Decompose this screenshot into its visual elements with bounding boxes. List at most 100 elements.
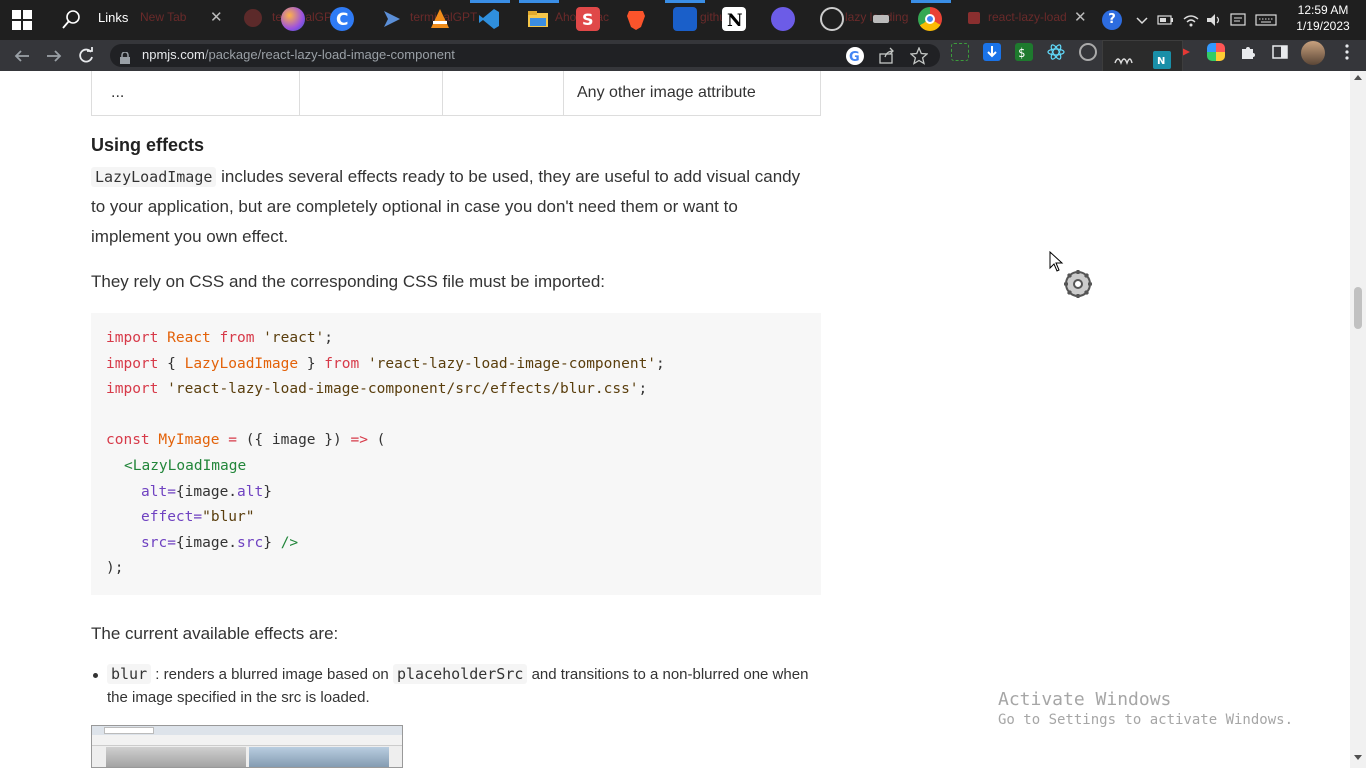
puzzle-extensions-icon[interactable]: [1239, 43, 1257, 61]
vlc-icon[interactable]: [428, 7, 452, 31]
code-line: import { LazyLoadImage } from 'react-laz…: [106, 356, 665, 372]
url-path: /package/react-lazy-load-image-component: [204, 47, 455, 62]
ghost-tab-title: New Tab: [140, 10, 187, 24]
openai-icon[interactable]: [820, 7, 844, 31]
chevron-up-icon[interactable]: [1132, 10, 1152, 30]
scrollbar-thumb[interactable]: [1354, 287, 1362, 329]
table-row: ... Any other image attribute: [91, 71, 821, 116]
star-icon[interactable]: [909, 46, 929, 65]
section-heading: Using effects: [91, 135, 205, 155]
list-item: blur : renders a blurred image based on …: [107, 663, 827, 709]
react-devtools-icon[interactable]: [1047, 43, 1065, 61]
list-bullet: [93, 673, 98, 678]
code-line: <LazyLoadImage: [124, 458, 247, 474]
notification-icon[interactable]: [1228, 10, 1248, 30]
app-icon[interactable]: [673, 7, 697, 31]
chrome-icon[interactable]: [918, 7, 942, 31]
active-app-indicator: [665, 0, 705, 3]
code-line: import 'react-lazy-load-image-component/…: [106, 381, 648, 397]
app-icon: [968, 12, 980, 24]
paragraph-text: includes several effects ready to be use…: [216, 167, 801, 186]
svg-text:S: S: [582, 10, 594, 29]
nordvpn-tray-icon[interactable]: N: [1153, 51, 1171, 69]
table-cell: Any other image attribute: [577, 84, 756, 101]
svg-text:$: $: [1018, 46, 1025, 60]
list-item-text: and transitions to a non-blurred one whe…: [531, 666, 809, 683]
paragraph-text: to your application, but are completely …: [91, 197, 738, 216]
lock-icon[interactable]: [120, 49, 130, 64]
code-line: import React from 'react';: [106, 330, 334, 346]
profile-avatar[interactable]: [1301, 41, 1325, 65]
volume-icon[interactable]: [1204, 10, 1224, 30]
table-cell: ...: [92, 71, 300, 115]
target-extension-icon[interactable]: [1079, 43, 1097, 61]
watermark-title: Activate Windows: [998, 689, 1172, 710]
color-extension-icon[interactable]: [1207, 43, 1225, 61]
windows-start-icon[interactable]: [12, 10, 34, 30]
file-explorer-icon[interactable]: [526, 7, 550, 31]
svg-text:C: C: [336, 10, 348, 30]
close-icon[interactable]: ✕: [1074, 8, 1087, 26]
wave-tray-icon[interactable]: [1113, 51, 1133, 71]
download-extension-icon[interactable]: [983, 43, 1001, 61]
search-icon[interactable]: [60, 9, 82, 31]
terminal-extension-icon[interactable]: $: [1015, 43, 1033, 61]
table-cell: [300, 71, 443, 115]
brave-icon[interactable]: [624, 7, 648, 31]
windows-taskbar: Links New Tab ✕ terminalGPT C terminalGP…: [0, 0, 1366, 40]
help-icon[interactable]: ?: [1102, 10, 1122, 30]
scroll-up-icon[interactable]: [1354, 75, 1362, 80]
code-line: const MyImage = ({ image }) => (: [106, 432, 386, 448]
inline-code: LazyLoadImage: [91, 167, 217, 187]
effect-demo-image: [91, 725, 403, 768]
svg-text:N: N: [727, 11, 743, 31]
github-icon[interactable]: [869, 7, 893, 31]
screenshot-extension-icon[interactable]: [951, 43, 969, 61]
keyboard-icon[interactable]: [1254, 10, 1278, 30]
share-icon[interactable]: [878, 47, 896, 65]
paragraph-text: implement you own effect.: [91, 227, 289, 246]
more-menu-icon[interactable]: [1338, 43, 1356, 61]
google-icon[interactable]: G: [846, 47, 864, 65]
code-block[interactable]: import React from 'react'; import { Lazy…: [91, 313, 821, 595]
svg-text:G: G: [849, 50, 860, 65]
back-icon[interactable]: [11, 45, 33, 67]
css-import-paragraph: They rely on CSS and the corresponding C…: [91, 272, 606, 291]
activate-windows-watermark: Activate Windows Go to Settings to activ…: [998, 689, 1293, 728]
effects-paragraph: LazyLoadImage includes several effects r…: [91, 162, 821, 252]
side-panel-icon[interactable]: [1271, 43, 1289, 61]
clock-time: 12:59 AM: [1297, 3, 1349, 17]
svg-text:N: N: [1157, 56, 1165, 67]
cursor-c-icon[interactable]: C: [330, 7, 354, 31]
busy-cursor-icon: [1048, 250, 1098, 301]
reload-icon[interactable]: [75, 45, 97, 67]
url-text[interactable]: npmjs.com/package/react-lazy-load-image-…: [142, 47, 455, 62]
close-icon[interactable]: ✕: [210, 8, 223, 26]
taskbar-clock[interactable]: 12:59 AM 1/19/2023: [1287, 2, 1359, 34]
code-line: effect="blur": [141, 509, 255, 525]
active-app-indicator: [911, 0, 951, 3]
ghost-tab-title: react-lazy-load: [988, 10, 1067, 24]
vscode-icon[interactable]: [477, 7, 501, 31]
proton-icon[interactable]: [771, 7, 795, 31]
list-item-text: : renders a blurred image based on: [155, 666, 389, 683]
page-content: ... Any other image attribute Using effe…: [0, 71, 1350, 768]
inline-code: blur: [107, 664, 152, 684]
powershell-icon[interactable]: [380, 7, 404, 31]
inline-code: placeholderSrc: [392, 664, 528, 684]
wifi-icon[interactable]: [1181, 10, 1201, 30]
taskbar-links-toolbar[interactable]: Links: [98, 10, 128, 25]
code-line: alt={image.alt}: [141, 484, 272, 500]
active-app-indicator: [519, 0, 559, 3]
notion-icon[interactable]: N: [722, 7, 746, 31]
active-app-indicator: [470, 0, 510, 3]
app-icon[interactable]: [244, 9, 262, 27]
list-item-text: the image specified in the src is loaded…: [107, 689, 370, 706]
address-bar[interactable]: npmjs.com/package/react-lazy-load-image-…: [110, 44, 940, 67]
forward-icon[interactable]: [43, 45, 65, 67]
firefox-icon[interactable]: [281, 7, 305, 31]
scroll-down-icon[interactable]: [1354, 755, 1362, 760]
page-scrollbar[interactable]: [1350, 71, 1366, 768]
s-app-icon[interactable]: S: [576, 7, 600, 31]
battery-icon[interactable]: [1156, 10, 1176, 30]
